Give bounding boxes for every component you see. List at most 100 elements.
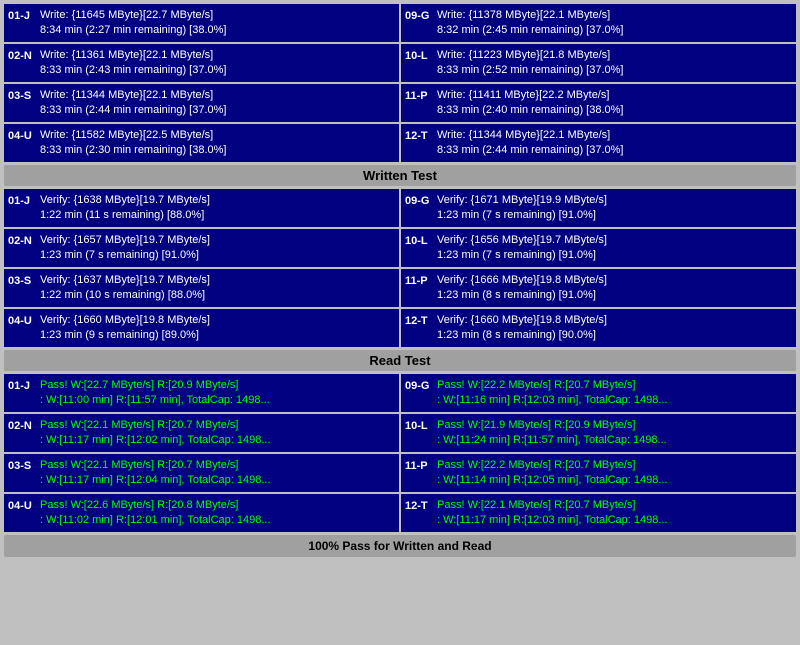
cell-content: Verify: {1657 MByte}[19.7 MByte/s]1:23 m… [40, 233, 395, 264]
cell-content: Pass! W:[21.9 MByte/s] R:[20.9 MByte/s]:… [437, 418, 792, 449]
cell-content: Verify: {1656 MByte}[19.7 MByte/s]1:23 m… [437, 233, 792, 264]
cell-line1: Verify: {1637 MByte}[19.7 MByte/s] [40, 273, 395, 288]
cell-line2: : W:[11:00 min] R:[11:57 min], TotalCap:… [40, 393, 395, 408]
cell-line2: 1:23 min (9 s remaining) [89.0%] [40, 328, 395, 343]
cell-id: 03-S [8, 273, 40, 287]
cell-line2: 1:23 min (7 s remaining) [91.0%] [437, 248, 792, 263]
cell-line2: : W:[11:14 min] R:[12:05 min], TotalCap:… [437, 473, 792, 488]
cell-line2: 8:32 min (2:45 min remaining) [37.0%] [437, 23, 792, 38]
cell-line1: Pass! W:[22.2 MByte/s] R:[20.7 MByte/s] [437, 458, 792, 473]
cell-line2: : W:[11:17 min] R:[12:04 min], TotalCap:… [40, 473, 395, 488]
cell-content: Pass! W:[22.2 MByte/s] R:[20.7 MByte/s]:… [437, 458, 792, 489]
cell-id: 11-P [405, 458, 437, 472]
cell-content: Verify: {1660 MByte}[19.8 MByte/s]1:23 m… [437, 313, 792, 344]
cell-line1: Pass! W:[22.1 MByte/s] R:[20.7 MByte/s] [40, 418, 395, 433]
cell-line2: : W:[11:02 min] R:[12:01 min], TotalCap:… [40, 513, 395, 528]
cell-write-grid-row3-right: 12-TWrite: {11344 MByte}[22.1 MByte/s]8:… [401, 124, 796, 162]
cell-verify-grid-row0-right: 09-GVerify: {1671 MByte}[19.9 MByte/s]1:… [401, 189, 796, 227]
cell-verify-grid-row3-right: 12-TVerify: {1660 MByte}[19.8 MByte/s]1:… [401, 309, 796, 347]
cell-id: 01-J [8, 193, 40, 207]
read-test-header: Read Test [4, 350, 796, 371]
cell-content: Verify: {1671 MByte}[19.9 MByte/s]1:23 m… [437, 193, 792, 224]
cell-line1: Write: {11344 MByte}[22.1 MByte/s] [40, 88, 395, 103]
cell-line2: 1:22 min (11 s remaining) [88.0%] [40, 208, 395, 223]
cell-line2: : W:[11:24 min] R:[11:57 min], TotalCap:… [437, 433, 792, 448]
cell-line2: : W:[11:17 min] R:[12:03 min], TotalCap:… [437, 513, 792, 528]
cell-line1: Verify: {1660 MByte}[19.8 MByte/s] [40, 313, 395, 328]
cell-id: 09-G [405, 193, 437, 207]
cell-content: Pass! W:[22.1 MByte/s] R:[20.7 MByte/s]:… [437, 498, 792, 529]
write-section: 01-JWrite: {11645 MByte}[22.7 MByte/s]8:… [4, 4, 796, 162]
cell-id: 10-L [405, 418, 437, 432]
cell-line1: Write: {11411 MByte}[22.2 MByte/s] [437, 88, 792, 103]
cell-line1: Write: {11361 MByte}[22.1 MByte/s] [40, 48, 395, 63]
cell-content: Pass! W:[22.7 MByte/s] R:[20.9 MByte/s]:… [40, 378, 395, 409]
read-section: 01-JPass! W:[22.7 MByte/s] R:[20.9 MByte… [4, 374, 796, 532]
cell-line1: Write: {11223 MByte}[21.8 MByte/s] [437, 48, 792, 63]
cell-line2: 1:23 min (8 s remaining) [91.0%] [437, 288, 792, 303]
cell-id: 10-L [405, 48, 437, 62]
cell-line1: Pass! W:[21.9 MByte/s] R:[20.9 MByte/s] [437, 418, 792, 433]
cell-line1: Verify: {1666 MByte}[19.8 MByte/s] [437, 273, 792, 288]
cell-verify-grid-row1-right: 10-LVerify: {1656 MByte}[19.7 MByte/s]1:… [401, 229, 796, 267]
cell-id: 10-L [405, 233, 437, 247]
main-container: 01-JWrite: {11645 MByte}[22.7 MByte/s]8:… [0, 0, 800, 561]
cell-line2: 1:23 min (8 s remaining) [90.0%] [437, 328, 792, 343]
cell-id: 01-J [8, 8, 40, 22]
cell-content: Pass! W:[22.1 MByte/s] R:[20.7 MByte/s]:… [40, 418, 395, 449]
cell-content: Write: {11582 MByte}[22.5 MByte/s]8:33 m… [40, 128, 395, 159]
cell-write-grid-row3-left: 04-UWrite: {11582 MByte}[22.5 MByte/s]8:… [4, 124, 399, 162]
cell-read-grid-row3-left: 04-UPass! W:[22.6 MByte/s] R:[20.8 MByte… [4, 494, 399, 532]
cell-line1: Verify: {1656 MByte}[19.7 MByte/s] [437, 233, 792, 248]
cell-line2: 8:33 min (2:30 min remaining) [38.0%] [40, 143, 395, 158]
write-grid: 01-JWrite: {11645 MByte}[22.7 MByte/s]8:… [4, 4, 796, 162]
cell-line1: Verify: {1671 MByte}[19.9 MByte/s] [437, 193, 792, 208]
cell-content: Verify: {1638 MByte}[19.7 MByte/s]1:22 m… [40, 193, 395, 224]
cell-content: Pass! W:[22.1 MByte/s] R:[20.7 MByte/s]:… [40, 458, 395, 489]
cell-id: 02-N [8, 233, 40, 247]
cell-read-grid-row0-right: 09-GPass! W:[22.2 MByte/s] R:[20.7 MByte… [401, 374, 796, 412]
cell-id: 02-N [8, 48, 40, 62]
cell-id: 11-P [405, 273, 437, 287]
cell-content: Write: {11223 MByte}[21.8 MByte/s]8:33 m… [437, 48, 792, 79]
cell-line1: Write: {11378 MByte}[22.1 MByte/s] [437, 8, 792, 23]
verify-section: 01-JVerify: {1638 MByte}[19.7 MByte/s]1:… [4, 189, 796, 347]
cell-id: 04-U [8, 128, 40, 142]
cell-id: 09-G [405, 378, 437, 392]
read-grid: 01-JPass! W:[22.7 MByte/s] R:[20.9 MByte… [4, 374, 796, 532]
cell-content: Verify: {1666 MByte}[19.8 MByte/s]1:23 m… [437, 273, 792, 304]
cell-write-grid-row0-right: 09-GWrite: {11378 MByte}[22.1 MByte/s]8:… [401, 4, 796, 42]
cell-line1: Write: {11582 MByte}[22.5 MByte/s] [40, 128, 395, 143]
verify-grid: 01-JVerify: {1638 MByte}[19.7 MByte/s]1:… [4, 189, 796, 347]
cell-write-grid-row0-left: 01-JWrite: {11645 MByte}[22.7 MByte/s]8:… [4, 4, 399, 42]
cell-id: 12-T [405, 498, 437, 512]
cell-line2: 8:34 min (2:27 min remaining) [38.0%] [40, 23, 395, 38]
cell-id: 12-T [405, 128, 437, 142]
cell-line1: Pass! W:[22.2 MByte/s] R:[20.7 MByte/s] [437, 378, 792, 393]
cell-line2: 1:23 min (7 s remaining) [91.0%] [40, 248, 395, 263]
cell-line2: 8:33 min (2:43 min remaining) [37.0%] [40, 63, 395, 78]
cell-line1: Write: {11344 MByte}[22.1 MByte/s] [437, 128, 792, 143]
cell-read-grid-row2-right: 11-PPass! W:[22.2 MByte/s] R:[20.7 MByte… [401, 454, 796, 492]
cell-read-grid-row3-right: 12-TPass! W:[22.1 MByte/s] R:[20.7 MByte… [401, 494, 796, 532]
cell-read-grid-row1-right: 10-LPass! W:[21.9 MByte/s] R:[20.9 MByte… [401, 414, 796, 452]
cell-line2: 8:33 min (2:44 min remaining) [37.0%] [437, 143, 792, 158]
cell-line1: Write: {11645 MByte}[22.7 MByte/s] [40, 8, 395, 23]
cell-line2: 1:22 min (10 s remaining) [88.0%] [40, 288, 395, 303]
cell-line2: 8:33 min (2:44 min remaining) [37.0%] [40, 103, 395, 118]
footer-bar: 100% Pass for Written and Read [4, 535, 796, 557]
cell-content: Write: {11361 MByte}[22.1 MByte/s]8:33 m… [40, 48, 395, 79]
cell-write-grid-row2-left: 03-SWrite: {11344 MByte}[22.1 MByte/s]8:… [4, 84, 399, 122]
cell-content: Verify: {1637 MByte}[19.7 MByte/s]1:22 m… [40, 273, 395, 304]
cell-write-grid-row2-right: 11-PWrite: {11411 MByte}[22.2 MByte/s]8:… [401, 84, 796, 122]
cell-content: Write: {11344 MByte}[22.1 MByte/s]8:33 m… [40, 88, 395, 119]
cell-line1: Verify: {1660 MByte}[19.8 MByte/s] [437, 313, 792, 328]
cell-line2: 8:33 min (2:40 min remaining) [38.0%] [437, 103, 792, 118]
cell-content: Pass! W:[22.2 MByte/s] R:[20.7 MByte/s]:… [437, 378, 792, 409]
cell-content: Verify: {1660 MByte}[19.8 MByte/s]1:23 m… [40, 313, 395, 344]
cell-id: 04-U [8, 498, 40, 512]
cell-id: 12-T [405, 313, 437, 327]
cell-verify-grid-row1-left: 02-NVerify: {1657 MByte}[19.7 MByte/s]1:… [4, 229, 399, 267]
cell-id: 03-S [8, 458, 40, 472]
cell-line2: 8:33 min (2:52 min remaining) [37.0%] [437, 63, 792, 78]
